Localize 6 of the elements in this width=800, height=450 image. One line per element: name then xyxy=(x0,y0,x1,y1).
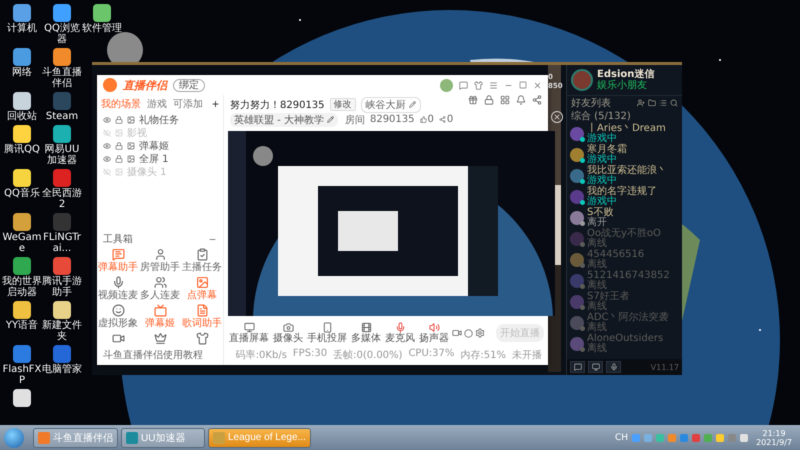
app-icon xyxy=(38,432,50,444)
clock[interactable]: 21:19 2021/9/7 xyxy=(752,428,796,446)
app-icon xyxy=(213,432,225,444)
start-button[interactable] xyxy=(4,428,24,448)
language-indicator[interactable]: CH xyxy=(615,432,628,442)
app-icon xyxy=(126,432,138,444)
